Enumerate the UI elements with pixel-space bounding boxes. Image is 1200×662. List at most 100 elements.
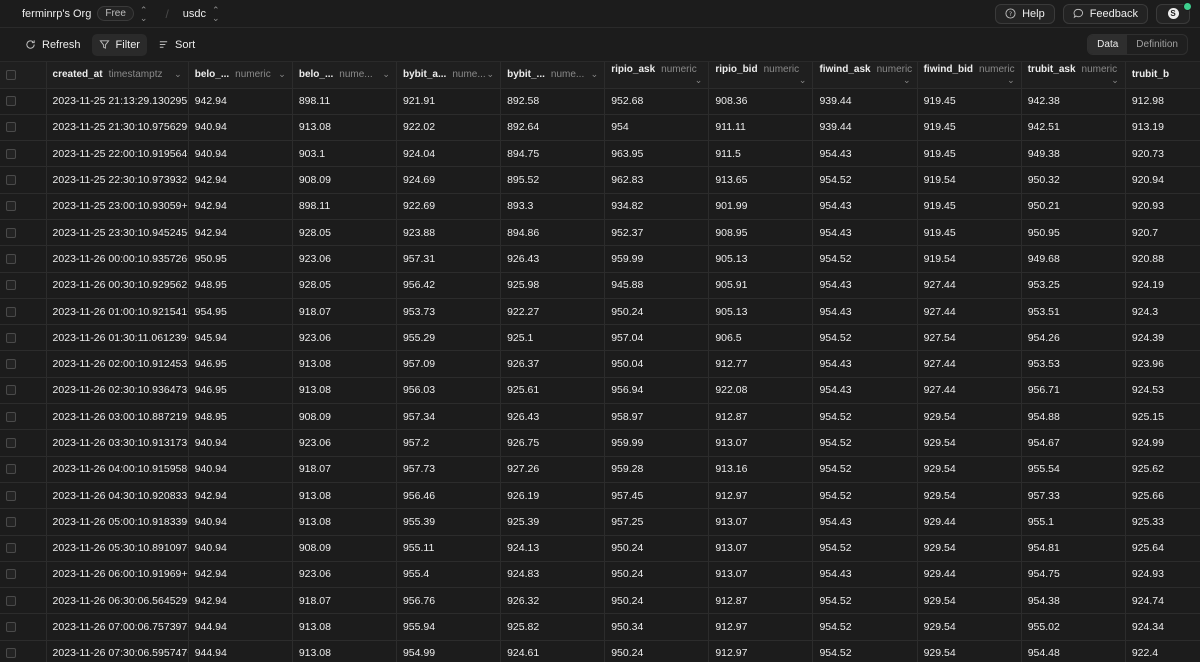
table-cell[interactable]: 923.96 <box>1125 350 1200 378</box>
row-checkbox-cell[interactable] <box>0 482 47 510</box>
row-checkbox-cell[interactable] <box>0 166 47 194</box>
table-cell[interactable]: 2023-11-26 05:30:10.891097+00 <box>46 535 189 562</box>
row-checkbox-cell[interactable] <box>0 324 47 352</box>
table-cell[interactable]: 2023-11-26 01:30:11.061239+00 <box>46 324 189 352</box>
table-cell[interactable]: 926.32 <box>500 587 606 615</box>
table-cell[interactable]: 925.33 <box>1125 508 1200 536</box>
row-checkbox[interactable] <box>6 306 16 317</box>
user-avatar-button[interactable]: S <box>1156 1 1192 24</box>
table-cell[interactable]: 925.61 <box>500 377 606 405</box>
table-cell[interactable]: 923.88 <box>396 219 502 247</box>
table-row[interactable]: 2023-11-25 22:00:10.919564+00940.94903.1… <box>0 140 1200 168</box>
table-cell[interactable]: 929.54 <box>917 429 1022 457</box>
table-cell[interactable]: 920.73 <box>1125 140 1200 168</box>
table-cell[interactable]: 927.44 <box>917 377 1022 405</box>
table-cell[interactable]: 925.98 <box>500 272 606 299</box>
column-header[interactable]: fiwind_bid numeric ⌄ <box>917 62 1022 89</box>
table-cell[interactable]: 925.66 <box>1125 482 1200 510</box>
table-cell[interactable]: 920.88 <box>1125 245 1200 273</box>
row-checkbox[interactable] <box>6 595 16 606</box>
table-row[interactable]: 2023-11-26 04:00:10.915958+00940.94918.0… <box>0 456 1200 483</box>
table-cell[interactable]: 923.06 <box>292 561 397 589</box>
table-cell[interactable]: 955.94 <box>396 613 502 641</box>
table-row[interactable]: 2023-11-26 00:30:10.929562+00948.95928.0… <box>0 272 1200 299</box>
table-cell[interactable]: 942.94 <box>188 166 293 194</box>
table-cell[interactable]: 954.43 <box>812 508 918 536</box>
table-cell[interactable]: 2023-11-26 01:00:10.921541+00 <box>46 298 189 326</box>
table-cell[interactable]: 913.08 <box>292 508 397 536</box>
table-cell[interactable]: 926.43 <box>500 245 606 273</box>
table-cell[interactable]: 954.52 <box>812 613 918 641</box>
table-row[interactable]: 2023-11-26 01:30:11.061239+00945.94923.0… <box>0 324 1200 352</box>
table-cell[interactable]: 954.43 <box>812 350 918 378</box>
table-cell[interactable]: 929.54 <box>917 587 1022 615</box>
table-cell[interactable]: 929.44 <box>917 561 1022 589</box>
table-cell[interactable]: 927.44 <box>917 272 1022 299</box>
table-cell[interactable]: 955.39 <box>396 508 502 536</box>
row-checkbox-cell[interactable] <box>0 508 47 536</box>
table-cell[interactable]: 918.07 <box>292 456 397 483</box>
table-cell[interactable]: 927.54 <box>917 324 1022 352</box>
column-header[interactable]: belo_... nume... ⌄ <box>292 62 397 89</box>
table-cell[interactable]: 949.38 <box>1021 140 1126 168</box>
chevron-down-icon[interactable]: ⌄ <box>487 69 495 80</box>
table-cell[interactable]: 950.32 <box>1021 166 1126 194</box>
table-cell[interactable]: 939.44 <box>812 88 918 115</box>
table-cell[interactable]: 926.37 <box>500 350 606 378</box>
row-checkbox-cell[interactable] <box>0 403 47 431</box>
table-cell[interactable]: 913.08 <box>292 377 397 405</box>
refresh-button[interactable]: Refresh <box>18 34 88 56</box>
table-cell[interactable]: 954.52 <box>812 456 918 483</box>
table-cell[interactable]: 913.07 <box>708 535 814 562</box>
table-cell[interactable]: 954.38 <box>1021 587 1126 615</box>
table-cell[interactable]: 912.97 <box>708 613 814 641</box>
table-cell[interactable]: 2023-11-25 22:30:10.973932+00 <box>46 166 189 194</box>
chevron-down-icon[interactable]: ⌄ <box>1007 75 1015 86</box>
column-header[interactable]: trubit_b <box>1125 62 1200 89</box>
table-cell[interactable]: 924.3 <box>1125 298 1200 326</box>
table-cell[interactable]: 934.82 <box>604 193 710 220</box>
table-cell[interactable]: 927.26 <box>500 456 606 483</box>
table-cell[interactable]: 954.88 <box>1021 403 1126 431</box>
table-cell[interactable]: 942.94 <box>188 561 293 589</box>
table-cell[interactable]: 2023-11-26 02:30:10.936473+00 <box>46 377 189 405</box>
table-cell[interactable]: 923.06 <box>292 245 397 273</box>
table-cell[interactable]: 2023-11-26 02:00:10.912453+00 <box>46 350 189 378</box>
table-cell[interactable]: 954.48 <box>1021 640 1126 662</box>
table-cell[interactable]: 911.5 <box>708 140 814 168</box>
table-row[interactable]: 2023-11-26 05:30:10.891097+00940.94908.0… <box>0 535 1200 562</box>
table-cell[interactable]: 942.94 <box>188 88 293 115</box>
row-checkbox-cell[interactable] <box>0 535 47 562</box>
table-cell[interactable]: 946.95 <box>188 350 293 378</box>
table-cell[interactable]: 950.24 <box>604 640 710 662</box>
table-cell[interactable]: 926.43 <box>500 403 606 431</box>
table-cell[interactable]: 929.54 <box>917 613 1022 641</box>
table-cell[interactable]: 924.34 <box>1125 613 1200 641</box>
table-cell[interactable]: 957.45 <box>604 482 710 510</box>
table-cell[interactable]: 954.43 <box>812 561 918 589</box>
table-cell[interactable]: 929.54 <box>917 535 1022 562</box>
row-checkbox-cell[interactable] <box>0 350 47 378</box>
table-cell[interactable]: 919.45 <box>917 140 1022 168</box>
table-cell[interactable]: 908.36 <box>708 88 814 115</box>
table-cell[interactable]: 924.93 <box>1125 561 1200 589</box>
table-cell[interactable]: 956.03 <box>396 377 502 405</box>
table-row[interactable]: 2023-11-25 21:13:29.130295+00942.94898.1… <box>0 88 1200 115</box>
filter-button[interactable]: Filter <box>91 33 147 56</box>
table-row[interactable]: 2023-11-25 23:30:10.945245+00942.94928.0… <box>0 219 1200 247</box>
table-row[interactable]: 2023-11-26 02:30:10.936473+00946.95913.0… <box>0 377 1200 405</box>
table-cell[interactable]: 912.77 <box>708 350 814 378</box>
table-cell[interactable]: 926.75 <box>500 429 606 457</box>
table-cell[interactable]: 950.95 <box>1021 219 1126 247</box>
table-row[interactable]: 2023-11-26 06:00:10.91969+00 942.94 923.06… <box>0 561 1200 589</box>
table-cell[interactable]: 954.43 <box>812 298 918 326</box>
table-cell[interactable]: 959.99 <box>604 429 710 457</box>
table-cell[interactable]: 903.1 <box>292 140 397 168</box>
table-cell[interactable]: 908.09 <box>292 535 397 562</box>
table-cell[interactable]: 942.38 <box>1021 88 1126 115</box>
table-cell[interactable]: 922.69 <box>396 193 502 220</box>
table-cell[interactable]: 2023-11-26 04:30:10.920833+00 <box>46 482 189 510</box>
table-cell[interactable]: 956.76 <box>396 587 502 615</box>
table-cell[interactable]: 945.94 <box>188 324 293 352</box>
table-cell[interactable]: 913.19 <box>1125 114 1200 142</box>
